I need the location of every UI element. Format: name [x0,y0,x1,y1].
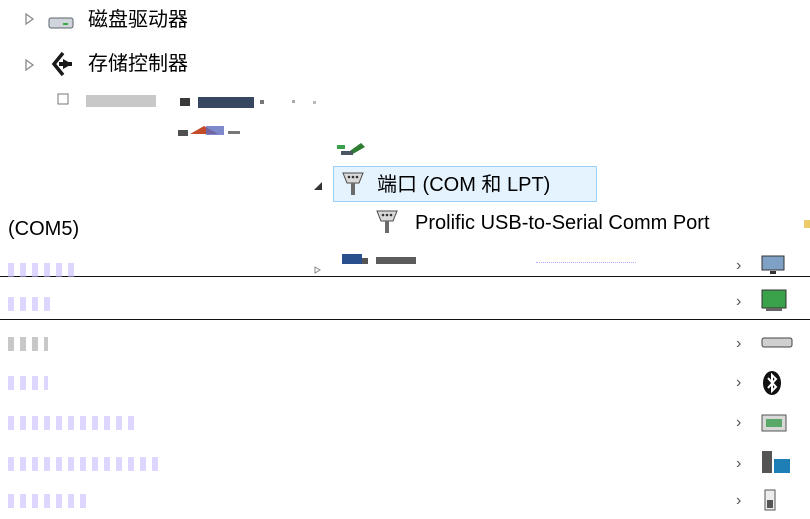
chevron-right-icon[interactable]: › [736,374,741,392]
tree-item-storage-controllers[interactable]: 存储控制器 [88,52,188,76]
separator-line [0,319,810,320]
collapse-arrow-ports[interactable] [313,178,323,190]
glitch-icons [168,120,258,147]
chevron-right-icon[interactable]: › [736,257,741,275]
faded-label-row [8,494,88,508]
faded-label-row [8,297,56,311]
computer-icon [340,252,370,271]
faded-label-row [8,457,158,471]
serial-port-icon [374,208,400,241]
chevron-right-icon[interactable]: › [736,335,741,353]
monitor-icon [760,254,790,281]
truncated-mark [804,220,810,228]
disk-drive-icon [48,14,74,35]
network-adapter-icon [760,410,798,441]
keyboard-icon [760,336,800,355]
tree-item-prolific-device[interactable]: Prolific USB-to-Serial Comm Port [415,211,710,235]
expand-arrow-computer[interactable] [314,261,324,274]
computer-label-fragment [376,252,516,264]
faded-label-row [8,376,48,390]
battery-icon [763,488,793,519]
faded-label-row [8,263,78,277]
chevron-right-icon[interactable]: › [736,455,741,473]
tree-item-prolific-suffix: (COM5) [8,218,80,240]
chevron-right-icon[interactable]: › [736,492,741,510]
display-adapter-icon [760,288,794,319]
sound-device-icon [760,449,798,482]
storage-controller-icon [50,51,76,82]
serial-port-icon [340,170,366,203]
tree-item-ports[interactable]: 端口 (COM 和 LPT) [377,173,550,197]
bluetooth-icon [761,370,783,401]
dotted-fragment [536,262,636,263]
faded-label-row [8,337,48,351]
glitch-green-icon [335,141,369,162]
separator-line [0,276,810,277]
faded-label-row [8,416,136,430]
tree-item-disk-drives[interactable]: 磁盘驱动器 [88,8,188,32]
chevron-right-icon[interactable]: › [736,414,741,432]
chevron-right-icon[interactable]: › [736,293,741,311]
expand-arrow-disk-drives[interactable] [25,12,35,26]
expand-arrow-storage-controllers[interactable] [25,58,35,72]
glitch-row [30,92,330,110]
